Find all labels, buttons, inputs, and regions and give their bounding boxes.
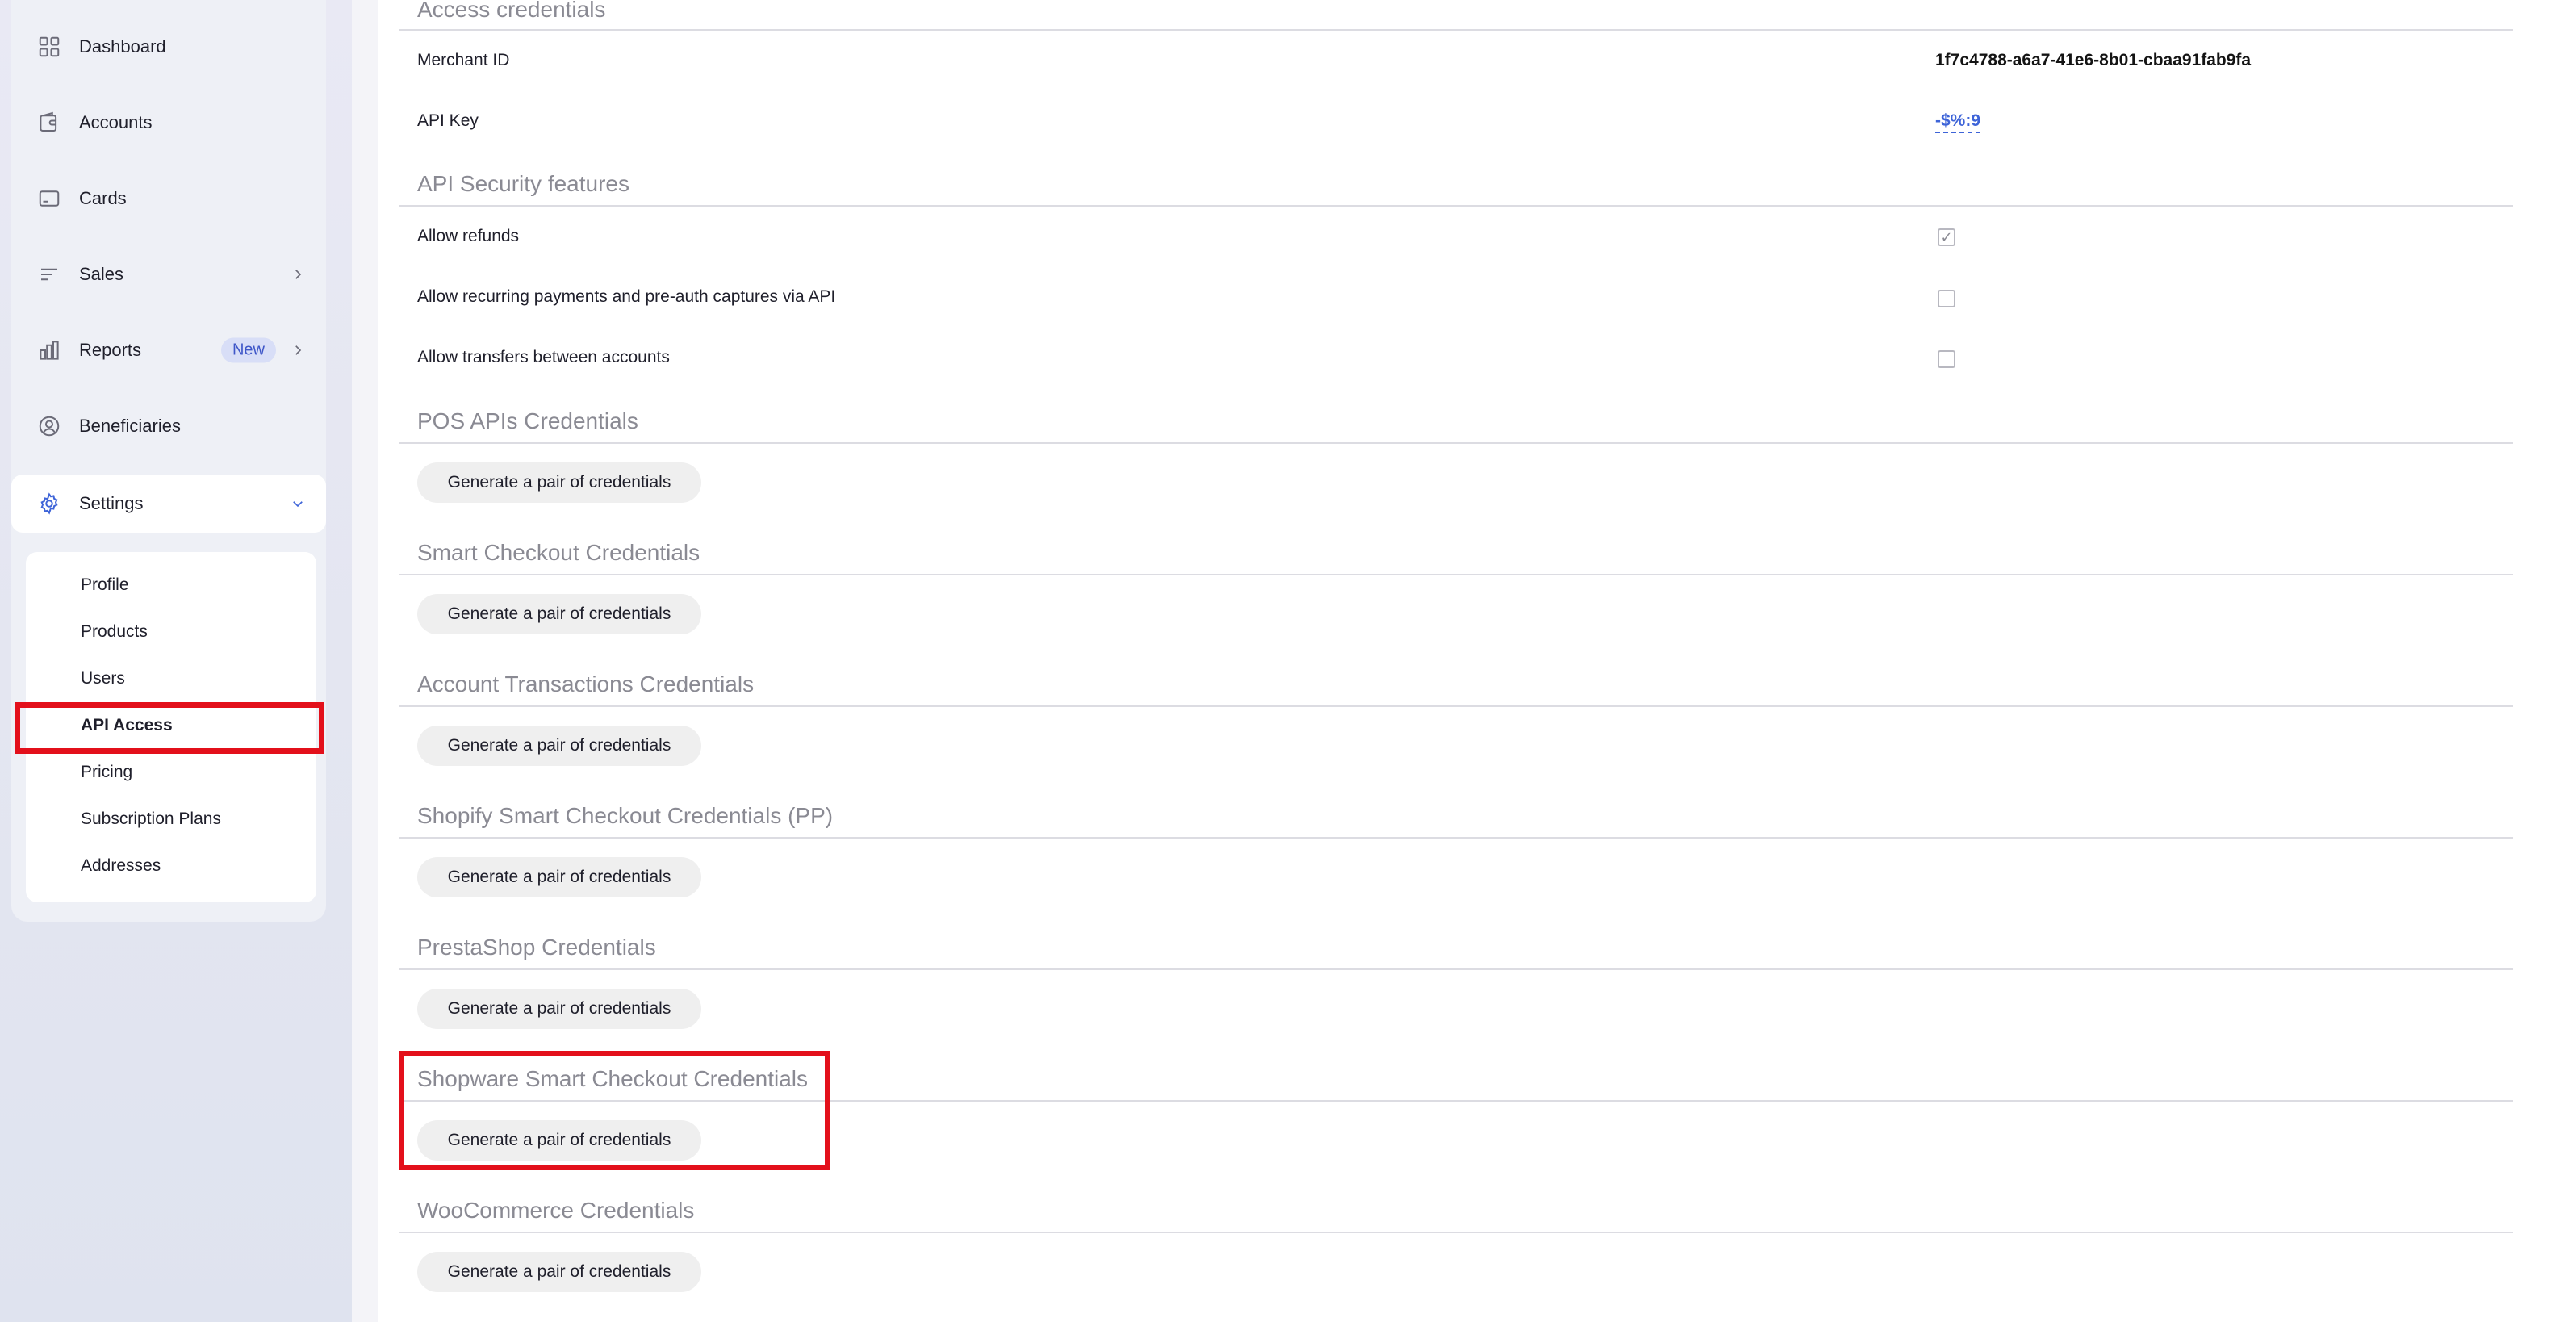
sidebar-item-cards[interactable]: Cards — [11, 169, 326, 228]
user-circle-icon — [36, 412, 63, 440]
divider — [399, 837, 2513, 839]
divider — [399, 205, 2513, 207]
generate-account-transactions-credentials-button[interactable]: Generate a pair of credentials — [417, 726, 701, 766]
chevron-right-icon — [295, 345, 302, 355]
divider — [399, 442, 2513, 444]
generate-woocommerce-credentials-button[interactable]: Generate a pair of credentials — [417, 1252, 701, 1292]
submenu-item-label: Profile — [81, 575, 129, 594]
card-icon — [36, 185, 63, 212]
allow-transfers-label: Allow transfers between accounts — [417, 348, 670, 366]
api-key-reveal-link[interactable]: -$%:9 — [1935, 111, 1981, 133]
submenu-item-label: Addresses — [81, 856, 161, 875]
allow-transfers-checkbox[interactable] — [1938, 350, 1955, 368]
sidebar-item-settings[interactable]: Settings — [11, 475, 326, 533]
submenu-item-pricing[interactable]: Pricing — [26, 749, 316, 796]
sidebar-item-label: Dashboard — [79, 36, 166, 56]
submenu-item-label: Products — [81, 622, 148, 641]
section-title-smart-checkout: Smart Checkout Credentials — [417, 540, 700, 565]
section-title-shopify: Shopify Smart Checkout Credentials (PP) — [417, 803, 834, 828]
merchant-id-label: Merchant ID — [417, 51, 510, 69]
bar-chart-icon — [36, 337, 63, 364]
section-title-woocommerce: WooCommerce Credentials — [417, 1198, 695, 1223]
grid-icon — [36, 33, 63, 61]
divider — [399, 574, 2513, 575]
generate-shopify-credentials-button[interactable]: Generate a pair of credentials — [417, 857, 701, 897]
chevron-right-icon — [295, 270, 302, 279]
divider — [399, 29, 2513, 31]
section-title-account-transactions: Account Transactions Credentials — [417, 671, 755, 697]
wallet-icon — [36, 109, 63, 136]
submenu-item-label: Subscription Plans — [81, 810, 221, 828]
sidebar-item-label: Beneficiaries — [79, 416, 181, 436]
divider — [399, 968, 2513, 970]
divider — [399, 1232, 2513, 1233]
generate-smart-checkout-credentials-button[interactable]: Generate a pair of credentials — [417, 594, 701, 634]
submenu-item-addresses[interactable]: Addresses — [26, 843, 316, 889]
sidebar-item-label: Sales — [79, 264, 124, 284]
submenu-item-subscription-plans[interactable]: Subscription Plans — [26, 796, 316, 843]
api-key-label: API Key — [417, 111, 479, 130]
sidebar-item-label: Cards — [79, 188, 127, 208]
sidebar-item-label: Accounts — [79, 112, 153, 132]
sidebar-item-label: Reports — [79, 340, 142, 360]
merchant-id-value: 1f7c4788-a6a7-41e6-8b01-cbaa91fab9fa — [1935, 51, 2252, 69]
sidebar-item-reports[interactable]: Reports New — [11, 321, 326, 379]
new-badge: New — [220, 337, 276, 363]
allow-refunds-checkbox[interactable]: ✓ — [1938, 228, 1955, 246]
divider — [399, 705, 2513, 707]
section-title-access-credentials: Access credentials — [417, 0, 606, 22]
submenu-item-profile[interactable]: Profile — [26, 562, 316, 609]
allow-recurring-payments-checkbox[interactable] — [1938, 290, 1955, 307]
allow-recurring-payments-label: Allow recurring payments and pre-auth ca… — [417, 287, 836, 306]
sidebar-item-sales[interactable]: Sales — [11, 245, 326, 303]
annotation-highlight-box — [15, 702, 324, 754]
gear-icon — [36, 490, 63, 517]
submenu-item-products[interactable]: Products — [26, 609, 316, 655]
section-title-pos-apis: POS APIs Credentials — [417, 408, 638, 433]
annotation-highlight-box — [399, 1051, 830, 1170]
generate-prestashop-credentials-button[interactable]: Generate a pair of credentials — [417, 989, 701, 1029]
sidebar-item-beneficiaries[interactable]: Beneficiaries — [11, 397, 326, 455]
generate-pos-credentials-button[interactable]: Generate a pair of credentials — [417, 462, 701, 503]
sidebar: Dashboard Accounts Cards Sales Reports N… — [0, 0, 352, 1322]
submenu-item-label: Pricing — [81, 763, 133, 781]
sidebar-item-dashboard[interactable]: Dashboard — [11, 18, 326, 76]
list-icon — [36, 261, 63, 288]
allow-refunds-label: Allow refunds — [417, 227, 520, 245]
submenu-item-label: Users — [81, 669, 125, 688]
chevron-down-icon — [293, 501, 303, 508]
sidebar-item-accounts[interactable]: Accounts — [11, 94, 326, 152]
section-title-api-security: API Security features — [417, 171, 630, 196]
sidebar-item-label: Settings — [79, 493, 144, 513]
submenu-item-users[interactable]: Users — [26, 655, 316, 702]
section-title-prestashop: PrestaShop Credentials — [417, 935, 656, 960]
